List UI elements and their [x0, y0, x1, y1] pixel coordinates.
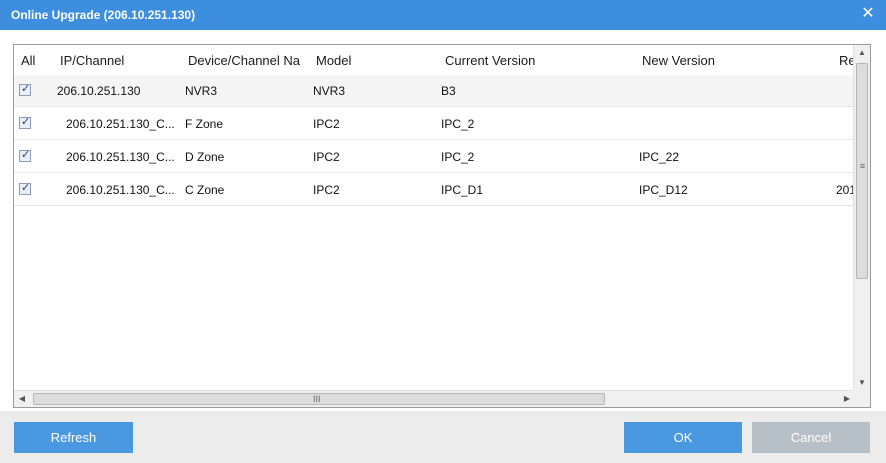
- scroll-left-icon[interactable]: ◀: [14, 391, 30, 407]
- row-checkbox[interactable]: ✓: [19, 182, 31, 195]
- header-ip-channel[interactable]: IP/Channel: [60, 53, 180, 68]
- header-current-version[interactable]: Current Version: [445, 53, 625, 68]
- cell-ip: 206.10.251.130: [57, 84, 141, 98]
- check-icon: ✓: [21, 116, 31, 128]
- cell-model: NVR3: [313, 84, 346, 98]
- vertical-scrollbar[interactable]: ▲ ≡ ▼: [853, 45, 870, 391]
- horizontal-scrollbar[interactable]: ◀ III ▶: [14, 390, 855, 407]
- upgrade-table: All IP/Channel Device/Channel Na Model C…: [13, 44, 871, 408]
- check-icon: ✓: [21, 83, 31, 95]
- cell-name: F Zone: [185, 117, 224, 131]
- grip-icon: ≡: [859, 161, 866, 171]
- cell-ip: 206.10.251.130_C...: [66, 117, 175, 131]
- scrollbar-corner: [853, 390, 870, 407]
- cell-name: C Zone: [185, 183, 225, 197]
- cancel-button[interactable]: Cancel: [752, 422, 870, 453]
- cell-current-version: B3: [441, 84, 456, 98]
- grip-icon: III: [313, 394, 321, 404]
- cell-new-version: IPC_22: [639, 150, 680, 164]
- row-checkbox[interactable]: ✓: [19, 149, 31, 162]
- row-checkbox[interactable]: ✓: [19, 83, 31, 96]
- header-new-version[interactable]: New Version: [642, 53, 822, 68]
- scroll-up-icon[interactable]: ▲: [854, 45, 870, 61]
- header-device-channel-name[interactable]: Device/Channel Na: [188, 53, 308, 68]
- cell-name: NVR3: [185, 84, 218, 98]
- dialog-title: Online Upgrade (206.10.251.130): [11, 8, 196, 22]
- ok-button[interactable]: OK: [624, 422, 742, 453]
- check-icon: ✓: [21, 149, 31, 161]
- header-model[interactable]: Model: [316, 53, 436, 68]
- cell-model: IPC2: [313, 150, 340, 164]
- row-checkbox[interactable]: ✓: [19, 116, 31, 129]
- horizontal-scroll-thumb[interactable]: III: [33, 393, 605, 405]
- cell-name: D Zone: [185, 150, 225, 164]
- cell-current-version: IPC_D1: [441, 183, 484, 197]
- header-all[interactable]: All: [21, 53, 35, 68]
- cell-ip: 206.10.251.130_C...: [66, 150, 175, 164]
- check-icon: ✓: [21, 182, 31, 194]
- dialog-footer: Refresh OK Cancel: [0, 411, 886, 463]
- title-bar: Online Upgrade (206.10.251.130) ✕: [0, 0, 886, 30]
- scroll-down-icon[interactable]: ▼: [854, 375, 870, 391]
- cell-current-version: IPC_2: [441, 150, 475, 164]
- table-header: All IP/Channel Device/Channel Na Model C…: [14, 45, 855, 75]
- vertical-scroll-thumb[interactable]: ≡: [856, 63, 868, 279]
- cell-model: IPC2: [313, 183, 340, 197]
- cell-model: IPC2: [313, 117, 340, 131]
- dialog-content: All IP/Channel Device/Channel Na Model C…: [0, 30, 886, 411]
- table-row[interactable]: ✓ 206.10.251.130_C... C Zone IPC2 IPC_D1…: [14, 174, 855, 206]
- table-row[interactable]: ✓ 206.10.251.130_C... F Zone IPC2 IPC_2: [14, 108, 855, 140]
- table-row[interactable]: ✓ 206.10.251.130_C... D Zone IPC2 IPC_2 …: [14, 141, 855, 173]
- refresh-button[interactable]: Refresh: [14, 422, 133, 453]
- close-icon[interactable]: ✕: [859, 5, 877, 23]
- table-row[interactable]: ✓ 206.10.251.130 NVR3 NVR3 B3: [14, 75, 855, 107]
- cell-ip: 206.10.251.130_C...: [66, 183, 175, 197]
- cell-new-version: IPC_D12: [639, 183, 688, 197]
- cell-current-version: IPC_2: [441, 117, 475, 131]
